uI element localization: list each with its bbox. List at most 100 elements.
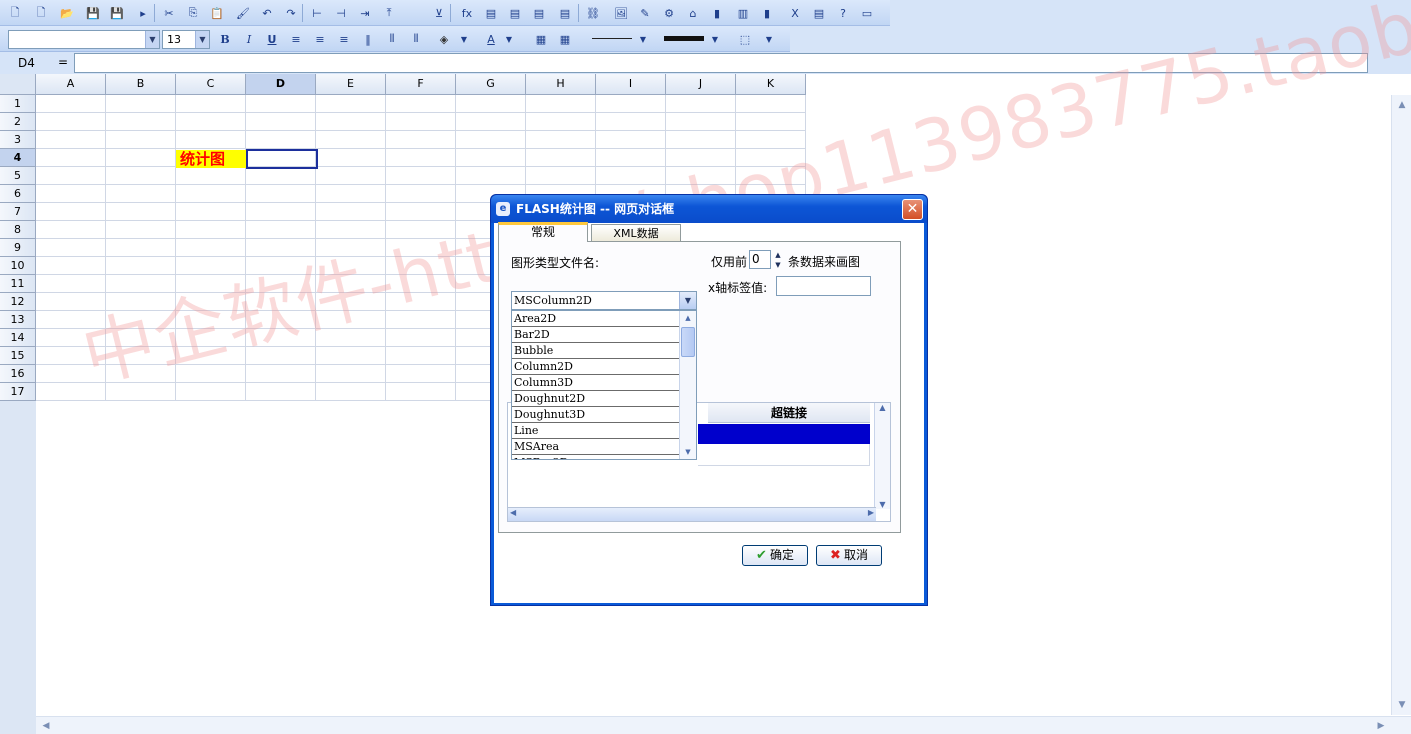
column-header-a[interactable]: A [36,74,106,95]
dialog-title-bar[interactable]: e FLASH统计图 -- 网页对话框 ✕ [491,195,927,223]
cut-icon[interactable]: ✂ [160,4,178,22]
play-icon[interactable]: ▸ [134,4,152,22]
chart-type-option[interactable]: Bubble [512,343,680,359]
picture-icon[interactable]: 🖼 [612,4,630,22]
chart-type-option[interactable]: Doughnut3D [512,407,680,423]
save-icon[interactable]: 💾 [84,4,102,22]
scroll-down-icon[interactable]: ▼ [680,445,696,459]
paste-icon[interactable]: 📋 [208,4,226,22]
vertical-scrollbar[interactable]: ▲ ▼ [1391,95,1411,715]
column-header-c[interactable]: C [176,74,246,95]
form3-icon[interactable]: ▤ [530,4,548,22]
list-scrollbar[interactable]: ▲ ▼ [679,311,696,459]
horizontal-scrollbar[interactable]: ◀ ▶ [36,716,1411,734]
chart-type-option[interactable]: MSBar2D [512,455,680,459]
row-header-10[interactable]: 10 [0,257,36,275]
chart-type-option[interactable]: Doughnut2D [512,391,680,407]
grid-row[interactable] [698,444,870,466]
row-header-4[interactable]: 4 [0,149,36,167]
chevron-down-icon[interactable]: ▼ [195,31,209,48]
grid-vertical-scrollbar[interactable]: ▲ ▼ [874,403,890,509]
align-left-icon[interactable]: ≡ [287,30,305,48]
chevron-down-icon[interactable]: ▼ [706,30,724,48]
scroll-up-icon[interactable]: ▲ [875,403,890,412]
align-center-icon[interactable]: ≡ [311,30,329,48]
row-header-1[interactable]: 1 [0,95,36,113]
column-header-j[interactable]: J [666,74,736,95]
column-header-g[interactable]: G [456,74,526,95]
cell-c4[interactable]: 统计图 [176,150,246,168]
scroll-right-icon[interactable]: ▶ [1373,718,1389,734]
delete-row-icon[interactable]: ⇥ [356,4,374,22]
chart-type-list[interactable]: Area2D Bar2D Bubble Column2D Column3D Doughnu… [511,310,697,460]
row-count-spinner[interactable]: ▲ ▼ [772,250,784,270]
bar-icon[interactable]: ▮ [708,4,726,22]
form1-icon[interactable]: ▤ [482,4,500,22]
tab-xml-data[interactable]: XML数据 [591,224,681,242]
chevron-down-icon[interactable]: ▼ [455,30,473,48]
column-header-i[interactable]: I [596,74,666,95]
row-header-16[interactable]: 16 [0,365,36,383]
chart-type-option[interactable]: Area2D [512,311,680,327]
chart-type-option[interactable]: Column2D [512,359,680,375]
grid-horizontal-scrollbar[interactable]: ◀ ▶ [508,507,876,521]
undo-icon[interactable]: ↶ [258,4,276,22]
insert-col-icon[interactable]: ⊣ [332,4,350,22]
scroll-up-icon[interactable]: ▲ [1394,97,1410,113]
row-header-9[interactable]: 9 [0,239,36,257]
chevron-down-icon[interactable]: ▼ [679,292,696,309]
table-icon[interactable]: ▦ [556,30,574,48]
save-as-icon[interactable]: 💾 [108,4,126,22]
scroll-left-icon[interactable]: ◀ [38,718,54,734]
fill-color-icon[interactable]: ◈ [435,30,453,48]
row-header-15[interactable]: 15 [0,347,36,365]
row-header-7[interactable]: 7 [0,203,36,221]
message-icon[interactable]: ▭ [858,4,876,22]
chart-type-option[interactable]: Line [512,423,680,439]
line-width-preview[interactable] [664,36,704,41]
grid-dots-icon[interactable]: ⬚ [736,30,754,48]
row-header-14[interactable]: 14 [0,329,36,347]
column-header-h[interactable]: H [526,74,596,95]
border-icon[interactable]: ▦ [532,30,550,48]
scroll-down-icon[interactable]: ▼ [1394,697,1410,713]
ok-button[interactable]: ✔ 确定 [742,545,808,566]
chart2-icon[interactable]: ▮ [758,4,776,22]
cell-reference[interactable]: D4 [4,55,54,72]
spin-down-icon[interactable]: ▼ [772,260,784,270]
scroll-down-icon[interactable]: ▼ [875,500,890,509]
row-header-6[interactable]: 6 [0,185,36,203]
open-icon[interactable]: 📂 [58,4,76,22]
bold-icon[interactable]: B [216,30,234,48]
tag-icon[interactable]: ⌂ [684,4,702,22]
align-right-icon[interactable]: ≡ [335,30,353,48]
font-size-select[interactable]: 13 ▼ [162,30,210,49]
chevron-down-icon[interactable]: ▼ [500,30,518,48]
distribute-icon[interactable]: ‖ [359,30,377,48]
column-header-k[interactable]: K [736,74,806,95]
link-icon[interactable]: ⛓ [584,4,602,22]
close-icon[interactable]: ✕ [902,199,923,220]
chart-type-select[interactable]: MSColumn2D ▼ [511,291,697,310]
function-icon[interactable]: fx [458,4,476,22]
image-icon[interactable]: ⚙ [660,4,678,22]
selected-cell-d4[interactable] [246,149,318,169]
row-header-3[interactable]: 3 [0,131,36,149]
chart-type-option[interactable]: Column3D [512,375,680,391]
report-icon[interactable]: ▤ [810,4,828,22]
row-header-17[interactable]: 17 [0,383,36,401]
tab-general[interactable]: 常规 [498,222,588,242]
chart-type-option[interactable]: MSArea [512,439,680,455]
scroll-thumb[interactable] [681,327,695,357]
row-count-input[interactable]: 0 [749,250,771,269]
grid-selected-row[interactable] [698,424,870,444]
row-header-13[interactable]: 13 [0,311,36,329]
font-name-select[interactable]: ▼ [8,30,160,49]
font-color-icon[interactable]: A [482,30,500,48]
chevron-down-icon[interactable]: ▼ [145,31,159,48]
barcode-icon[interactable]: ▥ [734,4,752,22]
underline-icon[interactable]: U [263,30,281,48]
scroll-up-icon[interactable]: ▲ [680,311,696,325]
excel-icon[interactable]: X [786,4,804,22]
chart-icon[interactable]: ✎ [636,4,654,22]
